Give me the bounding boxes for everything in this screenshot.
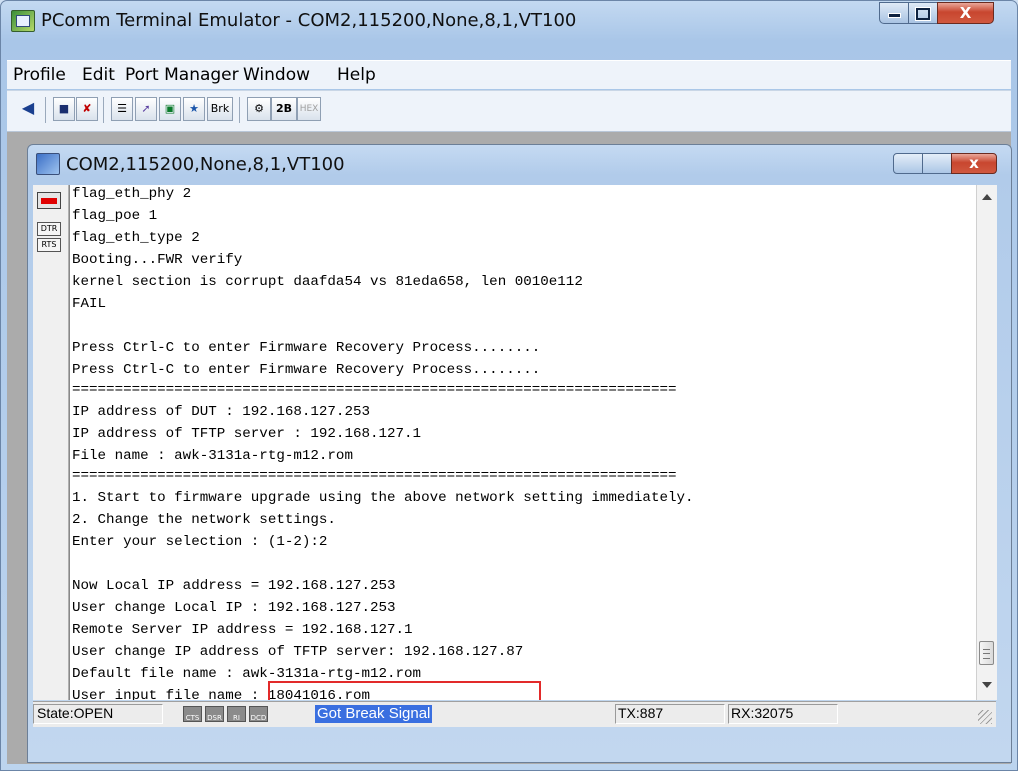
child-close-button[interactable]: x — [951, 153, 997, 174]
terminal-line: ========================================… — [72, 382, 677, 398]
dtr-toggle[interactable]: DTR — [37, 222, 61, 236]
title-bar[interactable]: PComm Terminal Emulator - COM2,115200,No… — [1, 1, 1017, 39]
dcd-indicator: DCD — [249, 706, 268, 722]
status-message: Got Break Signal — [315, 705, 433, 723]
minimize-button[interactable] — [879, 2, 909, 24]
scroll-thumb[interactable] — [979, 641, 994, 665]
minimize-icon — [887, 13, 901, 18]
menu-window[interactable]: Window — [243, 65, 310, 85]
menu-help[interactable]: Help — [337, 65, 376, 85]
rx-count: RX:32075 — [731, 705, 794, 721]
terminal-output[interactable]: flag_eth_phy 2 flag_poe 1 flag_eth_type … — [69, 185, 977, 700]
signal-panel: DTR RTS — [33, 185, 69, 700]
two-byte-button[interactable]: 2B — [271, 97, 297, 121]
terminal-line: User change Local IP : 192.168.127.253 — [72, 600, 396, 616]
terminal-line: IP address of TFTP server : 192.168.127.… — [72, 426, 422, 442]
highlight-box — [268, 681, 541, 700]
status-state: State:OPEN — [37, 705, 114, 721]
terminal-line: Enter your selection : (1-2):2 — [72, 534, 328, 550]
break-button[interactable]: Brk — [207, 97, 233, 121]
toolbar: ◀ ■ ✘ ☰ ➚ ▣ ★ Brk ⚙ 2B HEX — [7, 90, 1011, 132]
tx-count: TX:887 — [618, 705, 664, 721]
scroll-up-icon[interactable] — [982, 194, 992, 200]
terminal-line: User change IP address of TFTP server: 1… — [72, 644, 524, 660]
app-icon[interactable] — [11, 10, 35, 32]
open-icon[interactable]: ◀ — [17, 97, 39, 121]
exit-icon[interactable]: ✘ — [76, 97, 98, 121]
menu-bar: Profile Edit Port Manager Window Help — [7, 60, 1011, 89]
ri-indicator: RI — [227, 706, 246, 722]
terminal-line: Remote Server IP address = 192.168.127.1 — [72, 622, 413, 638]
pattern-icon[interactable]: ★ — [183, 97, 205, 121]
maximize-button[interactable] — [908, 2, 938, 24]
mdi-area: COM2,115200,None,8,1,VT100 x DTR RTS fla… — [7, 132, 1012, 764]
resize-grip-icon[interactable] — [978, 710, 992, 724]
child-maximize-button[interactable] — [922, 153, 952, 174]
terminal-line: Now Local IP address = 192.168.127.253 — [72, 578, 396, 594]
toolbar-separator — [103, 97, 104, 123]
toolbar-separator — [45, 97, 46, 123]
capture-icon[interactable]: ▣ — [159, 97, 181, 121]
close-icon: X — [959, 4, 972, 22]
terminal-line: 2. Change the network settings. — [72, 512, 336, 528]
save-icon[interactable]: ■ — [53, 97, 75, 121]
terminal-line: flag_eth_type 2 — [72, 230, 200, 246]
rx-led-icon — [37, 192, 61, 209]
scroll-down-icon[interactable] — [982, 682, 992, 688]
hex-button[interactable]: HEX — [297, 97, 321, 121]
menu-port-manager[interactable]: Port Manager — [125, 65, 239, 85]
cts-indicator: CTS — [183, 706, 202, 722]
terminal-line: Booting...FWR verify — [72, 252, 243, 268]
terminal-line: Press Ctrl-C to enter Firmware Recovery … — [72, 340, 541, 356]
close-button[interactable]: X — [937, 2, 994, 24]
toolbar-separator — [239, 97, 240, 123]
menu-edit[interactable]: Edit — [82, 65, 115, 85]
status-bar: State:OPEN CTS DSR RI DCD Got Break Sign… — [33, 701, 996, 727]
session-icon[interactable] — [36, 153, 60, 175]
terminal-line: flag_poe 1 — [72, 208, 158, 224]
menu-profile[interactable]: Profile — [13, 65, 66, 85]
terminal-line: 1. Start to firmware upgrade using the a… — [72, 490, 694, 506]
child-minimize-button[interactable] — [893, 153, 923, 174]
terminal-line: flag_eth_phy 2 — [72, 186, 192, 202]
terminal-line: FAIL — [72, 296, 107, 312]
properties-icon[interactable]: ☰ — [111, 97, 133, 121]
terminal-child-window: COM2,115200,None,8,1,VT100 x DTR RTS fla… — [27, 144, 1012, 763]
main-window: PComm Terminal Emulator - COM2,115200,No… — [0, 0, 1018, 771]
window-title: PComm Terminal Emulator - COM2,115200,No… — [41, 10, 577, 31]
transfer-icon[interactable]: ➚ — [135, 97, 157, 121]
script-icon[interactable]: ⚙ — [247, 97, 271, 121]
terminal-line: IP address of DUT : 192.168.127.253 — [72, 404, 370, 420]
dsr-indicator: DSR — [205, 706, 224, 722]
child-window-title: COM2,115200,None,8,1,VT100 — [66, 154, 345, 175]
terminal-line: kernel section is corrupt daafda54 vs 81… — [72, 274, 583, 290]
vertical-scrollbar[interactable] — [976, 185, 997, 700]
rts-toggle[interactable]: RTS — [37, 238, 61, 252]
maximize-icon — [916, 8, 930, 20]
terminal-line: ========================================… — [72, 468, 677, 484]
